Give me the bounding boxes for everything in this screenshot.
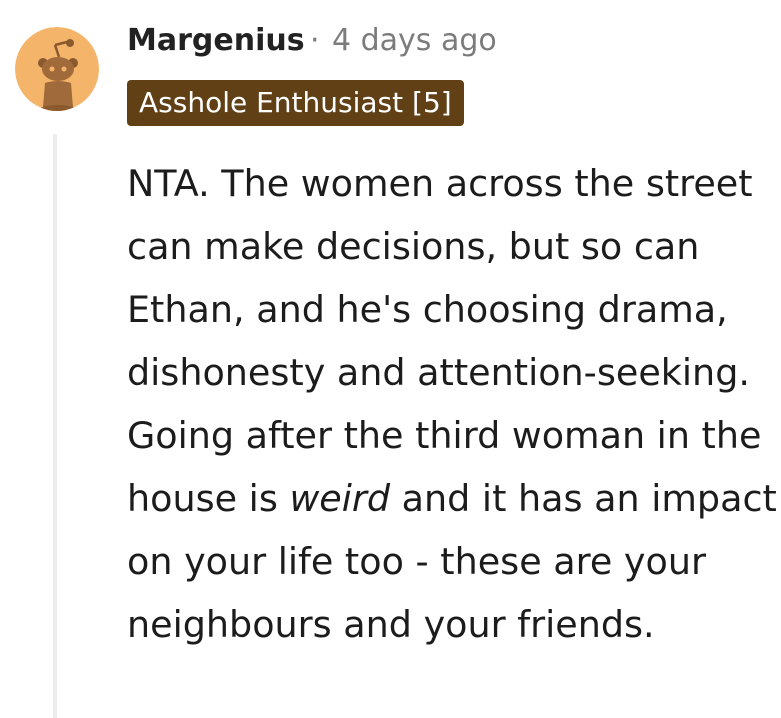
comment-author[interactable]: Margenius: [127, 20, 305, 62]
comment-body-text: NTA. The women across the street can mak…: [127, 162, 762, 520]
avatar[interactable]: [15, 27, 99, 111]
snoo-avatar-icon: [15, 27, 99, 111]
comment-timestamp[interactable]: 4 days ago: [332, 20, 497, 62]
comment-body: NTA. The women across the street can mak…: [127, 152, 777, 656]
meta-separator: ·: [310, 23, 320, 58]
thread-line[interactable]: [53, 134, 57, 718]
user-flair: Asshole Enthusiast [5]: [127, 80, 464, 126]
comment-body-emphasis: weird: [289, 477, 391, 520]
